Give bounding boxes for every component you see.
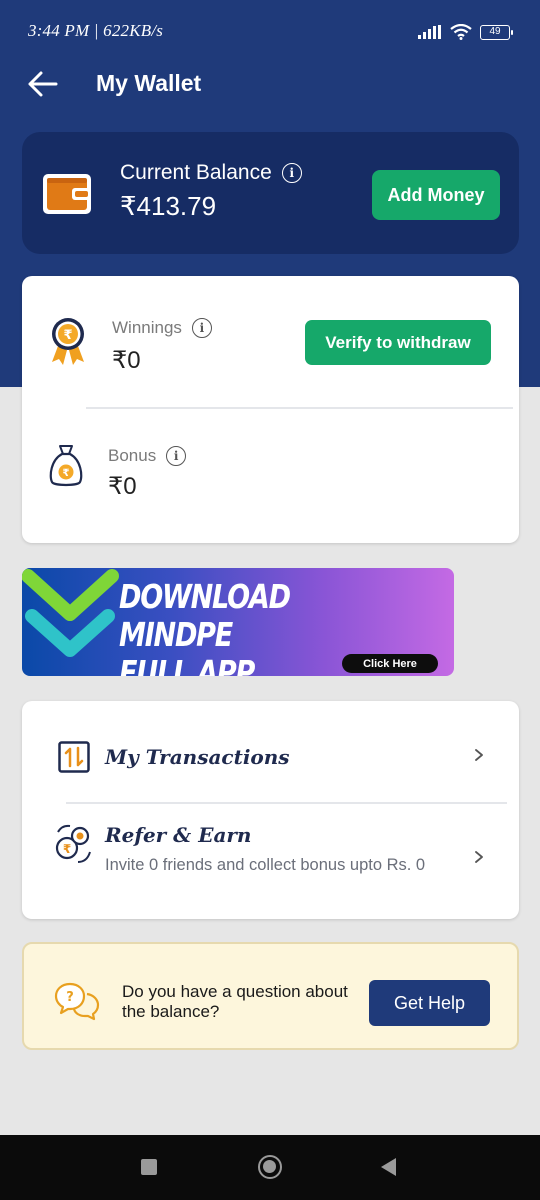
status-icons: 49 [418,22,513,42]
download-app-banner[interactable]: DOWNLOAD MINDPE FULL APP Click Here [22,568,454,676]
battery-icon: 49 [480,24,513,40]
my-transactions-label: My Transactions [105,745,290,769]
verify-to-withdraw-button[interactable]: Verify to withdraw [305,320,491,365]
add-money-button[interactable]: Add Money [372,170,500,220]
winnings-bonus-card: ₹ Winnings i ₹0 Verify to withdraw ₹ Bon… [22,276,519,543]
double-chevron-down-icon [22,569,119,657]
bonus-label-row: Bonus i [108,446,187,466]
winnings-amount: ₹0 [112,347,141,374]
status-bar: 3:44 PM | 622KB/s 49 [0,0,540,62]
wifi-icon [450,24,472,40]
medal-icon: ₹ [52,318,84,365]
question-chat-icon: ? [54,982,100,1021]
help-question-text: Do you have a question about the balance… [122,982,348,1021]
refer-earn-icon: ₹ [55,824,91,863]
winnings-label: Winnings [112,318,182,337]
menu-card: My Transactions ₹ Refer & Earn Invite 0 … [22,701,519,919]
svg-text:₹: ₹ [63,468,70,479]
balance-card: Current Balance i ₹413.79 Add Money [22,132,519,254]
divider [86,407,513,409]
get-help-button[interactable]: Get Help [369,980,490,1026]
balance-amount: ₹413.79 [120,191,217,221]
status-time: 3:44 PM | 622KB/s [28,21,164,40]
menu-item-refer-earn[interactable]: ₹ Refer & Earn Invite 0 friends and coll… [22,804,519,919]
wallet-icon [43,174,91,214]
home-button[interactable] [258,1155,282,1179]
chevron-right-icon [475,749,483,761]
page-title: My Wallet [96,70,202,96]
svg-text:₹: ₹ [63,842,71,856]
info-icon[interactable]: i [166,446,187,466]
menu-item-my-transactions[interactable]: My Transactions [22,701,519,803]
system-back-button[interactable] [381,1158,396,1176]
money-bag-icon: ₹ [49,445,83,487]
bonus-amount: ₹0 [108,473,137,500]
back-button[interactable] [24,68,60,100]
recents-button[interactable] [141,1159,157,1175]
svg-text:₹: ₹ [63,328,72,343]
refer-earn-label: Refer & Earn [105,823,252,847]
system-nav-bar [0,1135,540,1200]
transactions-icon [58,741,90,773]
refer-earn-description: Invite 0 friends and collect bonus upto … [105,856,426,874]
chevron-right-icon [475,851,483,863]
app-bar: My Wallet [0,62,540,106]
balance-label: Current Balance [120,161,272,184]
info-icon[interactable]: i [191,318,212,338]
svg-text:?: ? [66,990,74,1005]
bonus-label: Bonus [108,446,157,465]
signal-icon [418,25,441,39]
click-here-button[interactable]: Click Here [342,654,438,673]
help-card: ? Do you have a question about the balan… [22,942,519,1050]
winnings-label-row: Winnings i [112,318,212,338]
info-icon[interactable]: i [281,163,302,183]
arrow-left-icon [28,71,58,97]
balance-label-row: Current Balance i [120,161,302,185]
